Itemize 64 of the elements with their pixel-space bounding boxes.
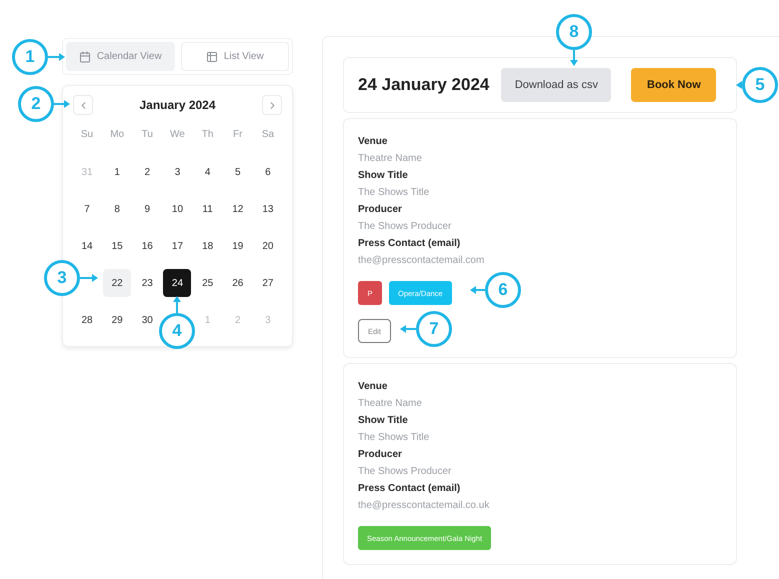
field-value: Theatre Name bbox=[358, 397, 423, 411]
calendar-day[interactable]: 22 bbox=[103, 269, 132, 297]
calendar-day[interactable]: 10 bbox=[163, 195, 192, 223]
download-button[interactable]: Download as csv bbox=[501, 68, 612, 102]
field-value: The Shows Producer bbox=[358, 220, 452, 234]
calendar-day[interactable]: 12 bbox=[224, 195, 252, 223]
calendar-day[interactable]: 5 bbox=[224, 158, 252, 186]
month-title: January 2024 bbox=[139, 98, 216, 112]
calendar-day[interactable]: 7 bbox=[73, 195, 101, 223]
calendar-day[interactable]: 25 bbox=[194, 269, 222, 297]
field-label: Producer bbox=[358, 448, 403, 462]
calendar-day[interactable]: 15 bbox=[103, 232, 132, 260]
callout-number: 6 bbox=[485, 272, 521, 308]
callout-number: 5 bbox=[742, 67, 778, 103]
calendar-day[interactable]: 3 bbox=[163, 158, 192, 186]
book-now-button[interactable]: Book Now bbox=[631, 68, 716, 102]
field-value: The Shows Title bbox=[358, 431, 430, 445]
callout-number: 2 bbox=[18, 86, 54, 122]
calendar-day[interactable]: 19 bbox=[224, 232, 252, 260]
field-label: Venue bbox=[358, 380, 388, 394]
field-value: The Shows Producer bbox=[358, 465, 452, 479]
callout-number: 3 bbox=[44, 260, 80, 296]
weekday-label: Th bbox=[200, 128, 214, 142]
calendar-day[interactable]: 6 bbox=[254, 158, 282, 186]
weekday-label: We bbox=[169, 128, 186, 142]
weekday-label: Tu bbox=[140, 128, 154, 142]
field-value: The Shows Title bbox=[358, 186, 430, 200]
calendar-day[interactable]: 30 bbox=[133, 306, 162, 334]
weekday-label: Mo bbox=[109, 128, 126, 142]
callout-number: 7 bbox=[416, 311, 452, 347]
field-value: Theatre Name bbox=[358, 152, 423, 166]
field-label: Venue bbox=[358, 135, 388, 149]
calendar-day[interactable]: 18 bbox=[194, 232, 222, 260]
calendar-day[interactable]: 16 bbox=[133, 232, 162, 260]
calendar-day[interactable]: 27 bbox=[254, 269, 282, 297]
calendar-day[interactable]: 4 bbox=[194, 158, 222, 186]
calendar-day[interactable]: 1 bbox=[103, 158, 132, 186]
field-label: Show Title bbox=[358, 169, 409, 183]
calendar-day[interactable]: 13 bbox=[254, 195, 282, 223]
field-value: the@presscontactemail.co.uk bbox=[358, 499, 490, 513]
calendar-day[interactable]: 24 bbox=[163, 269, 192, 297]
field-label: Press Contact (email) bbox=[358, 482, 462, 496]
calendar-day[interactable]: 26 bbox=[224, 269, 252, 297]
calendar-day[interactable]: 28 bbox=[73, 306, 101, 334]
calendar-day[interactable]: 29 bbox=[103, 306, 132, 334]
calendar-day[interactable]: 2 bbox=[133, 158, 162, 186]
weekday-label: Su bbox=[80, 128, 94, 142]
callout-number: 4 bbox=[159, 313, 195, 349]
field-label: Press Contact (email) bbox=[358, 237, 462, 251]
calendar-day[interactable]: 8 bbox=[103, 195, 132, 223]
date-title: 24 January 2024 bbox=[358, 75, 490, 95]
calendar-day[interactable]: 20 bbox=[254, 232, 282, 260]
callout-number: 1 bbox=[12, 39, 48, 75]
calendar-day[interactable]: 9 bbox=[133, 195, 162, 223]
calendar-day[interactable]: 11 bbox=[194, 195, 222, 223]
calendar-day[interactable]: 14 bbox=[73, 232, 101, 260]
weekday-label: Fr bbox=[232, 128, 244, 142]
field-label: Show Title bbox=[358, 414, 409, 428]
calendar-day[interactable]: 23 bbox=[133, 269, 162, 297]
calendar-day[interactable]: 17 bbox=[163, 232, 192, 260]
weekday-label: Sa bbox=[260, 128, 276, 142]
callout-number: 8 bbox=[556, 14, 592, 50]
field-value: the@presscontactemail.com bbox=[358, 254, 486, 268]
field-label: Producer bbox=[358, 203, 403, 217]
